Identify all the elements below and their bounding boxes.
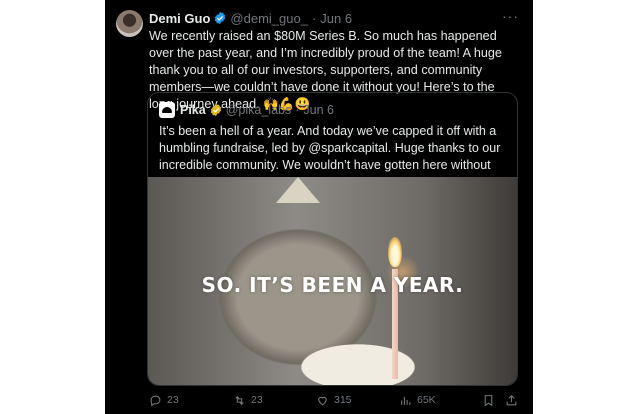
quoted-author-handle[interactable]: @pika_labs	[226, 103, 292, 117]
reply-count: 23	[167, 394, 179, 406]
views-button[interactable]: 65K	[399, 391, 436, 409]
tweet-header: Demi Guo @demi_guo_ · Jun 6	[149, 10, 352, 26]
action-bar: 23 23 315 65K	[149, 391, 521, 409]
quoted-author-name[interactable]: Pika	[180, 103, 206, 117]
verified-badge-icon	[215, 11, 226, 25]
like-count: 315	[334, 394, 352, 406]
views-count: 65K	[417, 394, 436, 406]
tweet-date[interactable]: Jun 6	[320, 11, 352, 26]
image-caption-text: SO. IT’S BEEN A YEAR.	[201, 273, 464, 297]
author-handle[interactable]: @demi_guo_	[230, 11, 308, 26]
quoted-tweet-date[interactable]: Jun 6	[303, 103, 334, 117]
candle-flame-shape	[388, 237, 402, 267]
pika-logo-icon[interactable]	[159, 102, 175, 118]
bookmark-icon	[484, 394, 493, 406]
separator-dot: ·	[311, 10, 317, 26]
separator-dot: ·	[295, 103, 300, 117]
tweet-card[interactable]: Demi Guo @demi_guo_ · Jun 6 ··· We recen…	[105, 0, 533, 414]
share-button[interactable]	[505, 391, 523, 409]
like-icon	[318, 396, 327, 405]
party-hat-shape	[276, 177, 320, 203]
like-button[interactable]: 315	[316, 391, 352, 409]
avatar[interactable]	[116, 10, 143, 37]
repost-button[interactable]: 23	[233, 391, 263, 409]
verified-gold-badge-icon	[210, 103, 221, 117]
repost-count: 23	[251, 394, 263, 406]
more-options-icon[interactable]: ···	[502, 8, 519, 24]
reply-button[interactable]: 23	[149, 391, 179, 409]
views-icon	[401, 396, 411, 405]
quoted-tweet[interactable]: Pika @pika_labs · Jun 6 It’s been a hell…	[147, 92, 518, 386]
quoted-tweet-header: Pika @pika_labs · Jun 6	[159, 102, 334, 118]
bookmark-button[interactable]	[482, 391, 500, 409]
share-icon	[506, 394, 517, 405]
repost-icon	[235, 395, 244, 405]
reply-icon	[150, 395, 161, 406]
author-name[interactable]: Demi Guo	[149, 11, 210, 26]
